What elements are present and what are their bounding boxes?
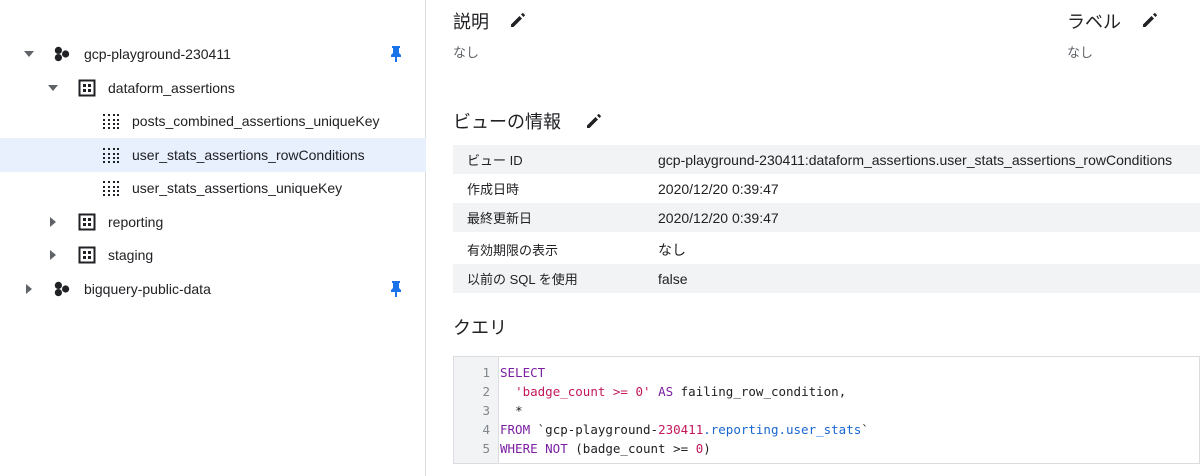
code-line: FROM `gcp-playground-230411.reporting.us… xyxy=(500,422,869,437)
line-number: 2 xyxy=(482,384,490,399)
info-row-view-id: ビュー ID gcp-playground-230411:dataform_as… xyxy=(453,145,1200,174)
tree-view-user-stats-rowconditions[interactable]: user_stats_assertions_rowConditions xyxy=(0,138,426,172)
info-key: 以前の SQL を使用 xyxy=(467,272,578,287)
description-heading: 説明 xyxy=(453,12,489,32)
dataset-name: dataform_assertions xyxy=(108,80,235,96)
dataset-icon xyxy=(78,79,96,97)
view-info-heading: ビューの情報 xyxy=(453,112,561,132)
info-key: 有効期限の表示 xyxy=(467,243,559,258)
edit-description-icon[interactable] xyxy=(509,11,527,29)
dataset-icon xyxy=(78,213,96,231)
info-value: 2020/12/20 0:39:47 xyxy=(658,209,779,226)
code-line: 'badge_count >= 0' AS failing_row_condit… xyxy=(515,384,847,399)
line-number-gutter: 1 2 3 4 5 xyxy=(454,357,499,463)
view-name: user_stats_assertions_rowConditions xyxy=(132,147,365,163)
chevron-down-icon[interactable] xyxy=(21,46,37,62)
info-key: 最終更新日 xyxy=(467,211,533,226)
info-value: なし xyxy=(658,241,686,258)
line-number: 5 xyxy=(482,441,490,456)
view-name: posts_combined_assertions_uniqueKey xyxy=(132,113,380,129)
project-name: gcp-playground-230411 xyxy=(84,46,231,62)
pin-icon[interactable] xyxy=(388,280,404,298)
view-icon xyxy=(102,179,120,197)
dataset-icon xyxy=(78,246,96,264)
description-value: なし xyxy=(453,45,480,60)
code-line: * xyxy=(515,403,523,418)
project-name: bigquery-public-data xyxy=(84,281,211,297)
info-row-created: 作成日時 2020/12/20 0:39:47 xyxy=(453,174,1200,203)
info-row-legacy-sql: 以前の SQL を使用 false xyxy=(453,264,1200,293)
info-value: 2020/12/20 0:39:47 xyxy=(658,180,779,197)
edit-labels-icon[interactable] xyxy=(1141,11,1159,29)
info-value: false xyxy=(658,270,688,287)
labels-value: なし xyxy=(1067,45,1094,60)
tree-project-bigquery-public-data[interactable]: bigquery-public-data xyxy=(0,272,426,306)
code-line: SELECT xyxy=(500,365,546,380)
chevron-right-icon[interactable] xyxy=(45,247,61,263)
info-row-modified: 最終更新日 2020/12/20 0:39:47 xyxy=(453,203,1200,232)
project-icon xyxy=(53,45,71,63)
explorer-sidebar: gcp-playground-230411 dataform_assertion… xyxy=(0,0,426,476)
info-key: 作成日時 xyxy=(467,182,520,197)
dataset-name: reporting xyxy=(108,214,164,230)
tree-dataset-reporting[interactable]: reporting xyxy=(0,205,426,239)
line-number: 1 xyxy=(482,365,490,380)
chevron-right-icon[interactable] xyxy=(45,214,61,230)
tree-dataset-staging[interactable]: staging xyxy=(0,238,426,272)
project-icon xyxy=(53,280,71,298)
tree-view-posts-combined[interactable]: posts_combined_assertions_uniqueKey xyxy=(0,104,426,138)
chevron-right-icon[interactable] xyxy=(21,281,37,297)
line-number: 4 xyxy=(482,422,490,437)
tree-project-gcp-playground[interactable]: gcp-playground-230411 xyxy=(0,37,426,71)
line-number: 3 xyxy=(482,403,490,418)
pin-icon[interactable] xyxy=(388,45,404,63)
code-line: WHERE NOT (badge_count >= 0) xyxy=(500,441,711,456)
tree-view-user-stats-uniquekey[interactable]: user_stats_assertions_uniqueKey xyxy=(0,171,426,205)
info-value: gcp-playground-230411:dataform_assertion… xyxy=(658,151,1173,168)
labels-heading: ラベル xyxy=(1067,12,1121,32)
info-key: ビュー ID xyxy=(467,153,523,168)
tree-dataset-dataform-assertions[interactable]: dataform_assertions xyxy=(0,71,426,105)
view-icon xyxy=(102,112,120,130)
details-panel: 説明 なし ラベル なし ビューの情報 ビュー ID gcp-playgroun… xyxy=(427,0,1200,476)
dataset-name: staging xyxy=(108,247,154,263)
edit-view-info-icon[interactable] xyxy=(585,112,603,130)
query-editor[interactable]: 1 2 3 4 5 SELECT 'badge_count >= 0' AS f… xyxy=(453,356,1200,464)
view-icon xyxy=(102,146,120,164)
info-row-expiration: 有効期限の表示 なし xyxy=(453,235,1200,264)
view-name: user_stats_assertions_uniqueKey xyxy=(132,180,343,196)
query-heading: クエリ xyxy=(453,318,507,338)
chevron-down-icon[interactable] xyxy=(45,80,61,96)
